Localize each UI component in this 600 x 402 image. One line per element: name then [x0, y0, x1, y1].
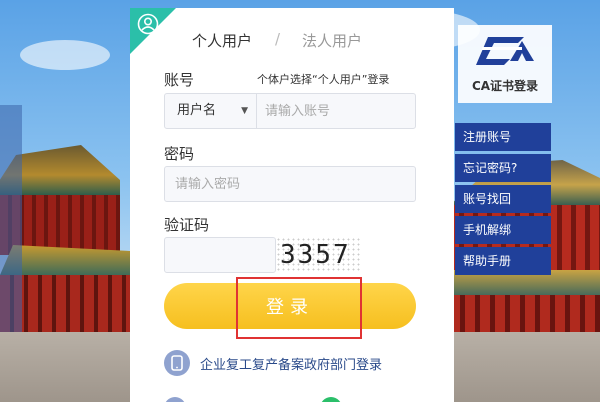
cloud — [20, 40, 110, 70]
captcha-label: 验证码 — [164, 216, 210, 234]
account-field: 用户名 ▼ — [164, 93, 416, 129]
side-item-forgot-password[interactable]: 忘记密码? — [455, 154, 551, 182]
side-item-help-manual[interactable]: 帮助手册 — [455, 247, 551, 275]
account-label: 账号 — [164, 71, 195, 89]
side-menu: 注册账号 忘记密码? 账号找回 手机解绑 帮助手册 — [455, 123, 551, 278]
captcha-input[interactable] — [164, 237, 276, 273]
password-label: 密码 — [164, 145, 195, 163]
dropdown-arrow-icon: ▼ — [241, 106, 248, 116]
tab-separator: / — [275, 30, 281, 48]
highlight-box — [236, 277, 362, 339]
ca-login-panel[interactable]: CA证书登录 — [458, 25, 552, 103]
ca-logo-icon — [476, 37, 534, 65]
tab-personal-user[interactable]: 个人用户 — [192, 30, 252, 51]
password-input[interactable] — [175, 167, 410, 201]
account-input[interactable] — [265, 94, 410, 128]
password-field — [164, 166, 416, 202]
captcha-image[interactable]: 3357 — [276, 237, 362, 273]
account-type-value: 用户名 — [177, 103, 217, 118]
account-type-select[interactable]: 用户名 ▼ — [165, 94, 257, 128]
tab-legal-user[interactable]: 法人用户 — [302, 30, 362, 51]
ca-login-label: CA证书登录 — [471, 79, 539, 93]
user-type-tabs: 个人用户 / 法人用户 — [130, 30, 454, 52]
side-item-recover-account[interactable]: 账号找回 — [455, 185, 551, 213]
enterprise-login-label: 企业复工复产备案政府部门登录 — [200, 357, 383, 373]
phone-icon — [164, 350, 190, 376]
bottom-login-icon[interactable] — [164, 397, 186, 402]
enterprise-login-link[interactable]: 企业复工复产备案政府部门登录 — [164, 349, 382, 377]
side-item-register[interactable]: 注册账号 — [455, 123, 551, 151]
wechat-icon[interactable] — [320, 397, 342, 402]
login-card: 个人用户 / 法人用户 账号 个体户选择“个人用户”登录 用户名 ▼ 密码 验证… — [130, 8, 454, 402]
side-item-unbind-phone[interactable]: 手机解绑 — [455, 216, 551, 244]
account-hint: 个体户选择“个人用户”登录 — [257, 73, 390, 86]
